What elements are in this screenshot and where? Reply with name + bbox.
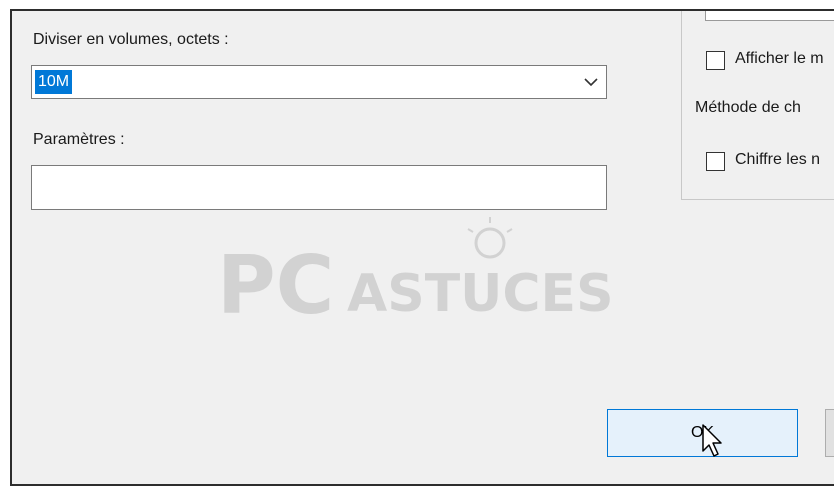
show-password-label[interactable]: Afficher le m (735, 50, 824, 68)
watermark-astuces-text: ASTUCES (347, 264, 614, 324)
parameters-label: Paramètres : (33, 131, 125, 148)
encrypt-names-checkbox[interactable] (706, 152, 725, 171)
password-field-edge[interactable] (705, 11, 834, 21)
parameters-input[interactable] (31, 165, 607, 210)
archive-dialog: Diviser en volumes, octets : 10M Paramèt… (10, 9, 834, 486)
encryption-method-label: Méthode de ch (695, 99, 801, 116)
split-volumes-value[interactable]: 10M (35, 70, 73, 94)
show-password-checkbox[interactable] (706, 51, 725, 70)
cancel-button[interactable] (825, 409, 834, 457)
mouse-pointer-icon (702, 424, 722, 457)
split-volumes-label: Diviser en volumes, octets : (33, 31, 229, 48)
watermark-pc-text: PC (217, 239, 334, 331)
pcastuces-watermark-logo: PC ASTUCES (217, 217, 614, 331)
chevron-down-icon[interactable] (582, 73, 600, 91)
split-volumes-combobox[interactable]: 10M (31, 65, 607, 99)
encrypt-names-label[interactable]: Chiffre les n (735, 151, 820, 169)
